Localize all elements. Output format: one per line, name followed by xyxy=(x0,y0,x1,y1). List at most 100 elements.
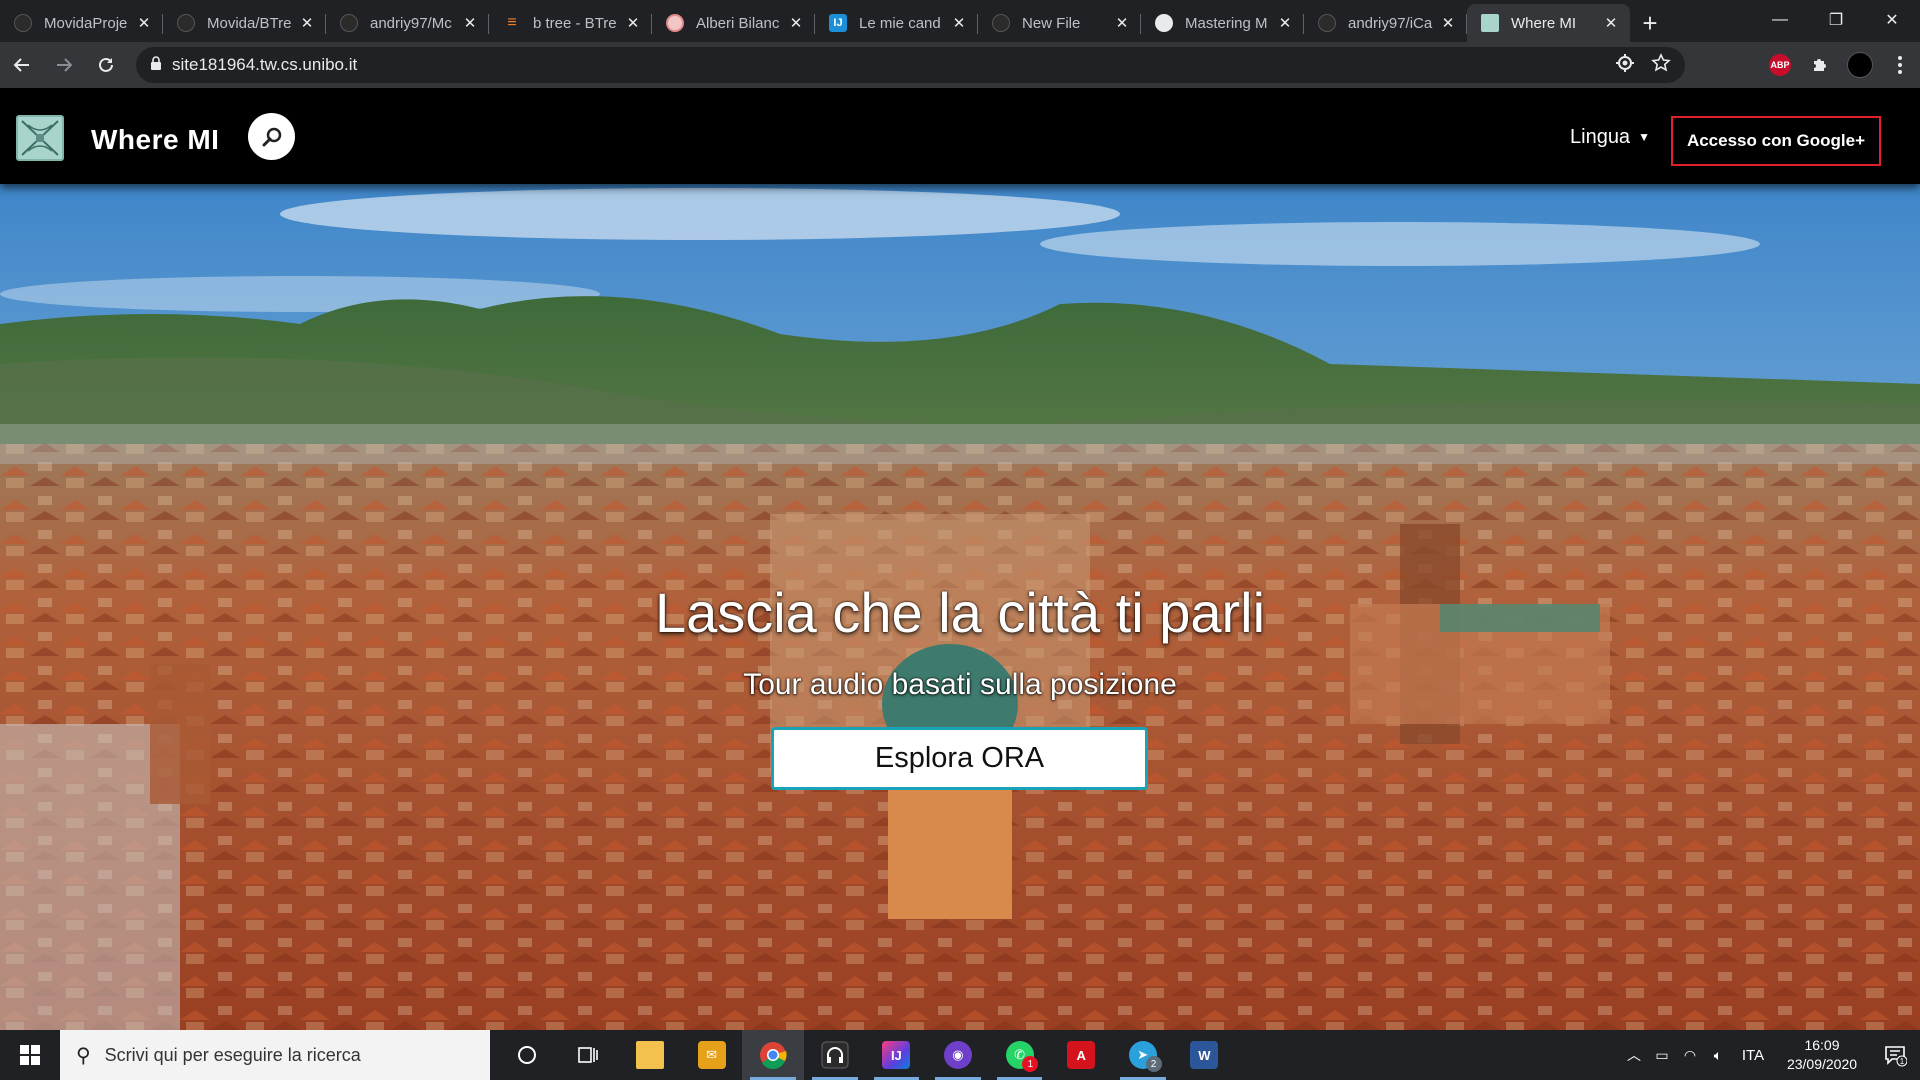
window-controls: — ❐ ✕ xyxy=(1752,0,1920,40)
outlook-icon: ✉ xyxy=(697,1041,726,1069)
acrobat-button[interactable]: A xyxy=(1050,1030,1112,1080)
lock-icon xyxy=(150,55,162,75)
hero-section: Lascia che la città ti parli Tour audio … xyxy=(0,184,1920,1030)
windows-taskbar: ⚲ Scrivi qui per eseguire la ricerca ✉ I… xyxy=(0,1030,1920,1080)
arrow-right-icon xyxy=(57,58,73,72)
file-explorer-button[interactable] xyxy=(619,1030,681,1080)
tab-where-mi[interactable]: Where MI ✕ xyxy=(1467,4,1630,42)
tab-title: Where MI xyxy=(1511,14,1577,32)
tab-title: MovidaProje xyxy=(44,14,128,32)
cortana-icon xyxy=(517,1046,536,1064)
task-view-icon xyxy=(578,1047,599,1063)
tab-new-file[interactable]: New File ✕ xyxy=(978,4,1141,42)
close-icon[interactable]: ✕ xyxy=(298,14,316,32)
hero-subtitle: Tour audio basati sulla posizione xyxy=(743,668,1177,701)
close-icon[interactable]: ✕ xyxy=(1113,14,1131,32)
tab-le-mie-candidature[interactable]: IJ Le mie cand ✕ xyxy=(815,4,978,42)
volume-icon[interactable]: 🔈︎ xyxy=(1704,1047,1732,1064)
tab-title: b tree - BTre xyxy=(533,14,617,32)
close-icon[interactable]: ✕ xyxy=(624,14,642,32)
site-search-button[interactable] xyxy=(248,113,295,160)
close-icon[interactable]: ✕ xyxy=(1439,14,1457,32)
tab-mastering[interactable]: Mastering M ✕ xyxy=(1141,4,1304,42)
arrow-left-icon xyxy=(13,58,29,72)
cortana-button[interactable] xyxy=(496,1030,558,1080)
tab-andriy97-ica[interactable]: andriy97/iCa ✕ xyxy=(1304,4,1467,42)
forward-button[interactable] xyxy=(44,45,84,85)
profile-button[interactable] xyxy=(1840,45,1880,85)
close-icon[interactable]: ✕ xyxy=(1276,14,1294,32)
close-icon[interactable]: ✕ xyxy=(135,14,153,32)
intellij-button[interactable]: IJ xyxy=(866,1030,928,1080)
audio-app-button[interactable] xyxy=(804,1030,866,1080)
tab-alberi-bilanciati[interactable]: Alberi Bilanc ✕ xyxy=(652,4,815,42)
word-icon: W xyxy=(1190,1041,1219,1069)
kebab-menu-icon xyxy=(1898,56,1902,74)
site-brand[interactable]: Where MI xyxy=(91,124,219,156)
battery-icon[interactable]: ▭ xyxy=(1648,1047,1676,1064)
system-tray: ︿ ▭ ◠ 🔈︎ ITA 16:09 23/09/2020 1 xyxy=(1620,1030,1920,1080)
tab-movida-btree[interactable]: Movida/BTre ✕ xyxy=(163,4,326,42)
google-login-button[interactable]: Accesso con Google+ xyxy=(1671,116,1881,166)
notification-icon: 1 xyxy=(1885,1046,1907,1067)
minimize-button[interactable]: — xyxy=(1752,0,1808,40)
tab-title: andriy97/iCa xyxy=(1348,14,1433,32)
headphones-icon xyxy=(821,1041,849,1069)
telegram-button[interactable]: ➤ 2 xyxy=(1112,1030,1174,1080)
chevron-up-icon[interactable]: ︿ xyxy=(1620,1045,1648,1065)
close-icon[interactable]: ✕ xyxy=(950,14,968,32)
outlook-button[interactable]: ✉ xyxy=(681,1030,743,1080)
file-explorer-icon xyxy=(635,1041,664,1069)
address-bar[interactable]: site181964.tw.cs.unibo.it xyxy=(136,47,1685,83)
search-icon: ⚲ xyxy=(76,1044,91,1067)
close-icon[interactable]: ✕ xyxy=(461,14,479,32)
bookmark-star-icon[interactable] xyxy=(1651,52,1671,78)
taskbar-search-placeholder: Scrivi qui per eseguire la ricerca xyxy=(104,1044,361,1065)
whatsapp-button[interactable]: ✆ 1 xyxy=(989,1030,1051,1080)
wheremi-icon xyxy=(1481,14,1499,32)
hero-title: Lascia che la città ti parli xyxy=(654,581,1266,644)
intellij-icon: IJ xyxy=(829,14,847,32)
close-window-button[interactable]: ✕ xyxy=(1864,0,1920,40)
tab-andriy97-mc[interactable]: andriy97/Mc ✕ xyxy=(326,4,489,42)
tab-movidaproject[interactable]: MovidaProje ✕ xyxy=(0,4,163,42)
back-button[interactable] xyxy=(2,45,42,85)
location-icon[interactable] xyxy=(1615,53,1635,78)
taskbar-search-box[interactable]: ⚲ Scrivi qui per eseguire la ricerca xyxy=(60,1030,490,1080)
language-dropdown[interactable]: Lingua ▼ xyxy=(1570,126,1650,149)
telegram-badge: 2 xyxy=(1145,1056,1162,1072)
language-label: Lingua xyxy=(1570,126,1631,148)
adblock-plus-button[interactable]: ABP xyxy=(1760,45,1800,85)
close-icon[interactable]: ✕ xyxy=(787,14,805,32)
wifi-icon[interactable]: ◠ xyxy=(1676,1047,1704,1064)
tab-title: Le mie cand xyxy=(859,14,941,32)
chrome-button[interactable] xyxy=(742,1030,804,1080)
close-icon[interactable]: ✕ xyxy=(1602,14,1620,32)
browser-toolbar: site181964.tw.cs.unibo.it ABP xyxy=(0,42,1920,88)
page-icon xyxy=(666,14,684,32)
windows-logo-icon xyxy=(20,1045,40,1065)
task-view-button[interactable] xyxy=(558,1030,620,1080)
clock[interactable]: 16:09 23/09/2020 xyxy=(1774,1036,1870,1074)
github-icon xyxy=(1155,14,1173,32)
clock-date: 23/09/2020 xyxy=(1786,1056,1858,1072)
puzzle-icon xyxy=(1814,59,1826,71)
action-center-button[interactable]: 1 xyxy=(1870,1030,1920,1080)
restore-button[interactable]: ❐ xyxy=(1808,0,1864,40)
stackoverflow-icon: ≡ xyxy=(507,14,517,31)
word-button[interactable]: W xyxy=(1174,1030,1236,1080)
new-tab-button[interactable]: + xyxy=(1630,4,1670,42)
site-logo[interactable] xyxy=(16,115,64,161)
start-button[interactable] xyxy=(0,1030,60,1080)
extensions-button[interactable] xyxy=(1800,45,1840,85)
github-icon xyxy=(340,14,358,32)
github-desktop-button[interactable]: ◉ xyxy=(927,1030,989,1080)
site-navbar: Where MI Lingua ▼ Accesso con Google+ xyxy=(0,88,1920,184)
reload-button[interactable] xyxy=(86,45,126,85)
reload-icon xyxy=(99,57,113,72)
input-language[interactable]: ITA xyxy=(1732,1047,1774,1064)
chrome-menu-button[interactable] xyxy=(1880,45,1920,85)
clock-time: 16:09 xyxy=(1804,1037,1840,1053)
explore-now-button[interactable]: Esplora ORA xyxy=(771,727,1148,790)
tab-btree-so[interactable]: ≡ b tree - BTre ✕ xyxy=(489,4,652,42)
